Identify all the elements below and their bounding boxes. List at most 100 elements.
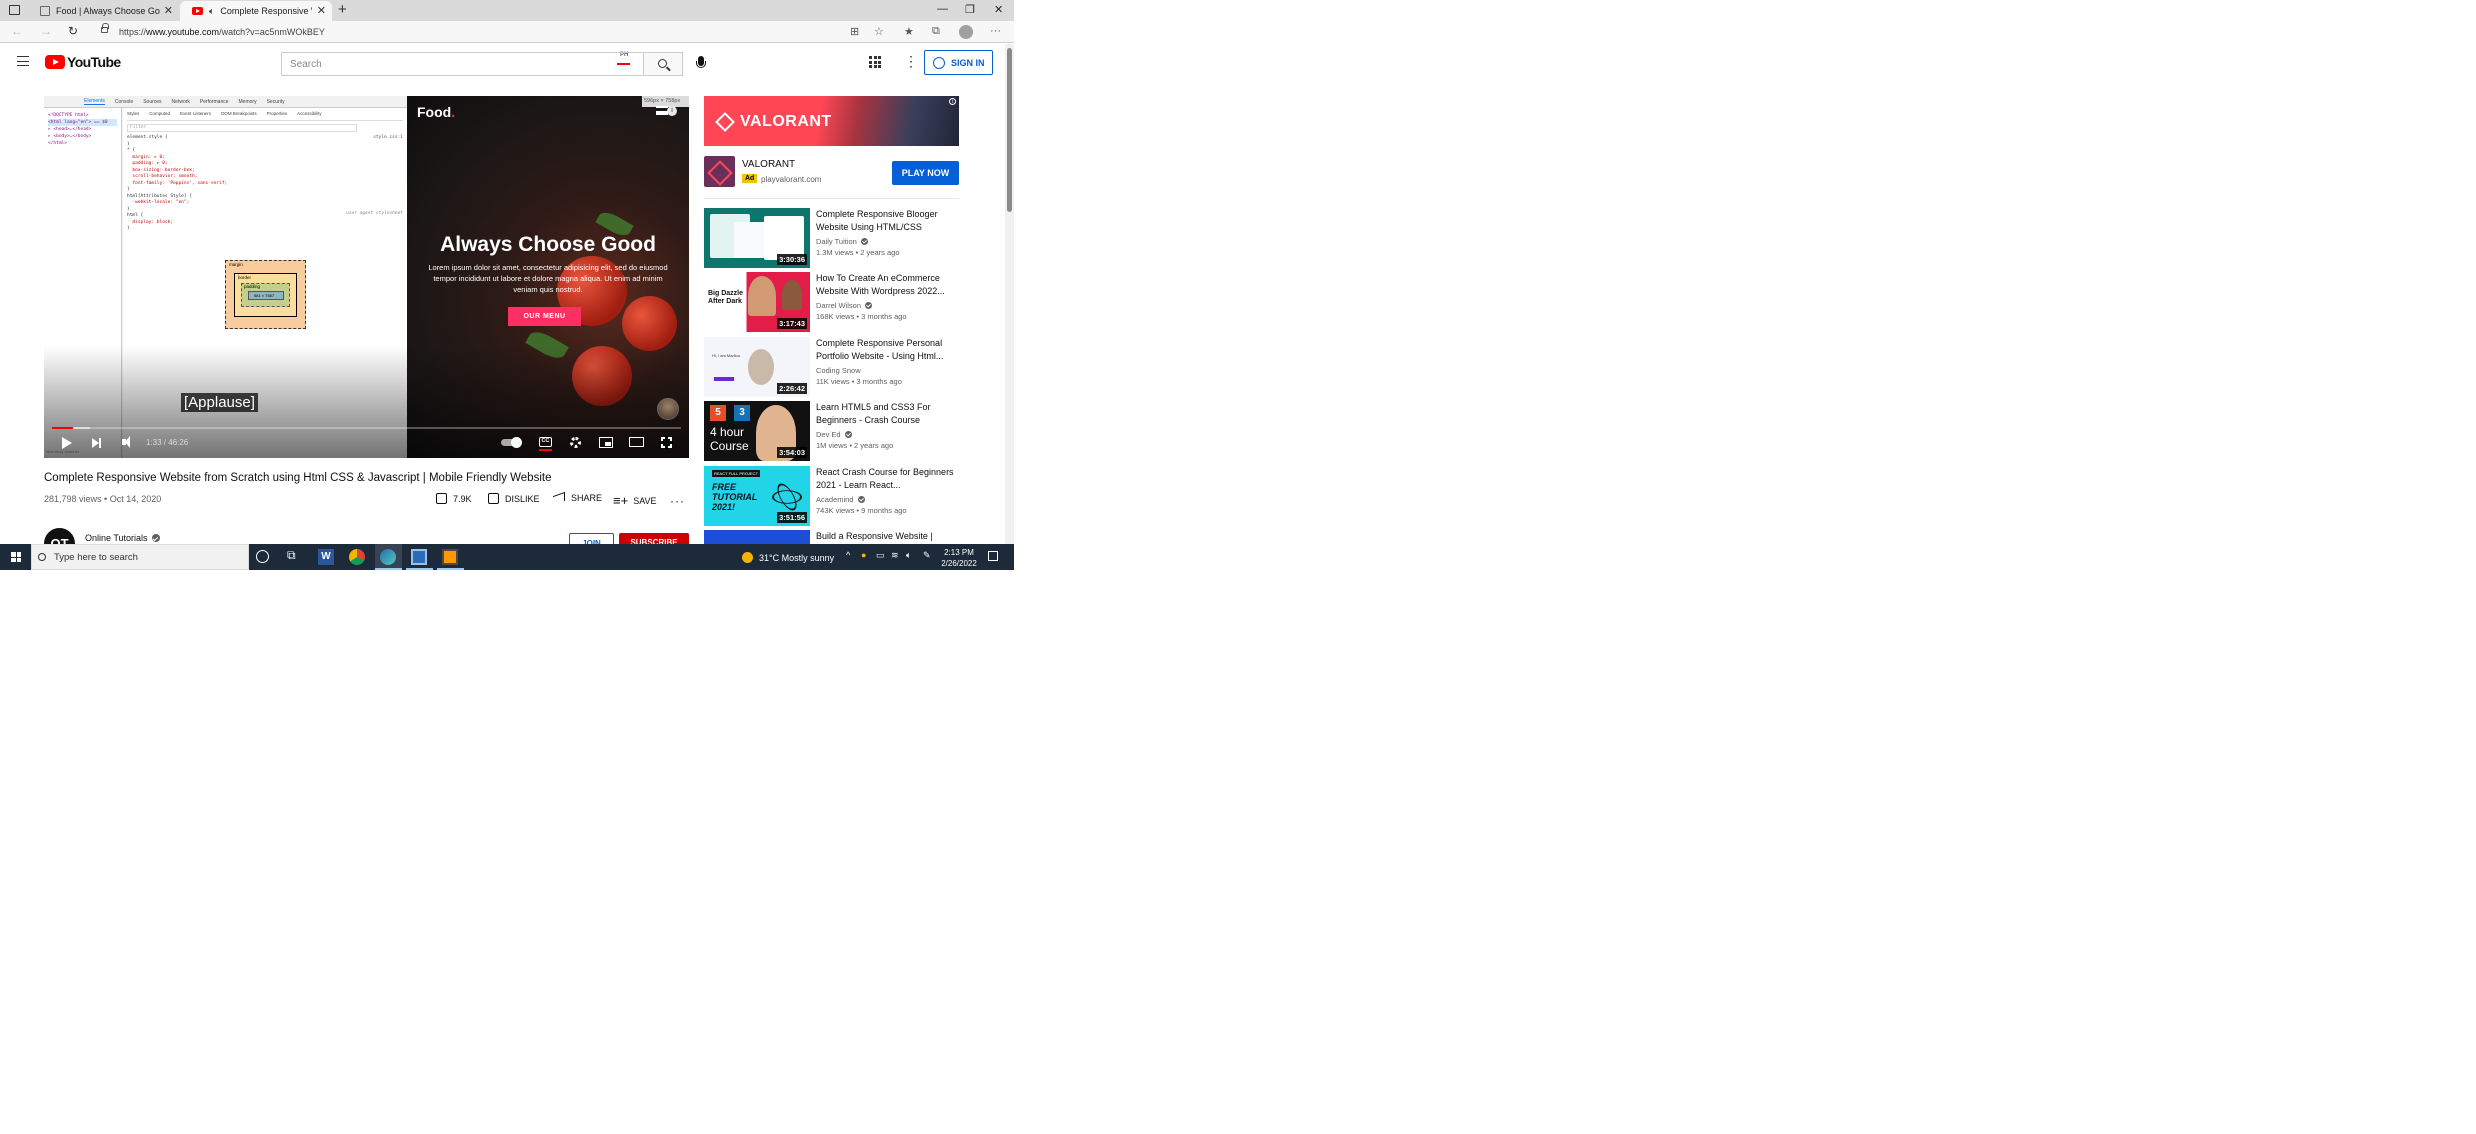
notifications-icon[interactable] (988, 551, 998, 561)
settings-dots-icon[interactable]: ⋮ (904, 54, 918, 68)
tray-app-icon[interactable]: ● (861, 550, 866, 560)
ad-app-icon[interactable] (704, 156, 735, 187)
related-video[interactable]: REACT FULL PROJECT FREE TUTORIAL 2021! 3:5… (704, 466, 959, 526)
calculator-icon[interactable] (411, 549, 427, 565)
speaker-icon[interactable]: 🔈︎ (209, 6, 214, 17)
related-title[interactable]: Learn HTML5 and CSS3 For Beginners - Cra… (816, 401, 956, 426)
tray-overflow-icon[interactable]: ^ (846, 550, 850, 560)
restore-icon[interactable]: ❐ (965, 3, 975, 16)
page-scrollbar[interactable] (1005, 44, 1014, 544)
task-view-icon[interactable]: ⧉ (287, 548, 303, 564)
forward-icon[interactable]: → (40, 24, 52, 38)
add-favorite-icon[interactable]: ☆ (874, 25, 884, 38)
tab-youtube[interactable]: 🔈︎ Complete Responsive Website ✕ (180, 1, 332, 21)
app-available-icon[interactable]: ⊞ (850, 25, 859, 38)
youtube-logo[interactable]: YouTube PH (45, 51, 631, 70)
related-title[interactable]: Complete Responsive Blooger Website Usin… (816, 208, 956, 233)
minimize-icon[interactable]: — (937, 3, 948, 15)
ad-name[interactable]: VALORANT (742, 159, 795, 170)
video-thumbnail[interactable]: 53 4 hour Course 3:54:03 (704, 401, 810, 461)
more-actions-icon[interactable]: ··· (670, 494, 685, 508)
related-channel[interactable]: Daily Tuition (816, 237, 868, 246)
related-title[interactable]: How To Create An eCommerce Website With … (816, 272, 956, 297)
related-video[interactable]: Hi, I am Marilou 2:26:42 Complete Responsi… (704, 337, 959, 397)
video-player[interactable]: Elements Console Sources Network Performance… (44, 96, 689, 458)
window-close-icon[interactable]: ✕ (994, 3, 1003, 16)
battery-icon[interactable]: ▭ (876, 550, 885, 561)
related-channel[interactable]: Academind (816, 495, 865, 504)
chrome-icon[interactable] (349, 549, 365, 565)
close-icon[interactable]: ✕ (317, 4, 326, 17)
wifi-icon[interactable]: ≋ (891, 550, 899, 561)
menu-icon[interactable] (17, 56, 29, 66)
scrollbar-thumb[interactable] (1007, 48, 1012, 212)
search-box (281, 52, 644, 76)
video-thumbnail[interactable]: Big Dazzle After Dark 3:17:43 (704, 272, 810, 332)
next-icon[interactable] (92, 438, 101, 448)
related-title[interactable]: React Crash Course for Beginners 2021 - … (816, 466, 956, 491)
profile-avatar[interactable] (959, 25, 973, 39)
sublime-text-icon[interactable] (442, 549, 458, 565)
weather-widget[interactable]: 31°C Mostly sunny (742, 552, 834, 563)
related-video[interactable]: 53 4 hour Course 3:54:03 Learn HTML5 and CS… (704, 401, 959, 461)
progress-bar[interactable] (52, 427, 681, 429)
ad-url: playvalorant.com (761, 175, 822, 184)
related-channel[interactable]: Dev Ed (816, 430, 852, 439)
related-title[interactable]: Complete Responsive Personal Portfolio W… (816, 337, 956, 362)
taskbar-search[interactable]: Type here to search (31, 544, 249, 570)
close-icon[interactable]: ✕ (164, 4, 173, 17)
devtools-tab: Memory (238, 98, 257, 105)
tab-actions-icon[interactable] (9, 5, 20, 15)
captions-icon[interactable]: CC (538, 437, 552, 451)
related-views: 11K views • 3 months ago (816, 377, 902, 386)
theater-mode-icon[interactable] (629, 437, 644, 447)
volume-tray-icon[interactable]: 🔈︎ (906, 550, 911, 561)
ad-banner[interactable]: VALORANT i (704, 96, 959, 146)
related-video[interactable]: 3:30:36 Complete Responsive Blooger Websi… (704, 208, 959, 268)
new-tab-icon[interactable]: + (338, 1, 347, 18)
settings-gear-icon[interactable] (570, 437, 581, 448)
info-icon[interactable]: i (667, 106, 677, 116)
volume-icon[interactable] (122, 436, 130, 448)
related-video[interactable]: Big Dazzle After Dark 3:17:43 How To Creat… (704, 272, 959, 332)
video-duration: 3:17:43 (777, 318, 807, 329)
video-thumbnail[interactable]: 3:30:36 (704, 208, 810, 268)
url-field[interactable]: https://www.youtube.com/watch?v=ac5nmWOk… (119, 27, 325, 37)
video-thumbnail[interactable]: Hi, I am Marilou 2:26:42 (704, 337, 810, 397)
windows-start-icon[interactable] (11, 552, 21, 562)
autoplay-toggle[interactable] (501, 437, 522, 448)
microphone-icon[interactable] (696, 56, 706, 68)
play-icon[interactable] (62, 437, 72, 449)
refresh-icon[interactable]: ↻ (68, 24, 78, 38)
back-icon[interactable]: ← (11, 24, 23, 38)
related-channel[interactable]: Darrel Wilson (816, 301, 873, 310)
lock-icon[interactable] (101, 23, 109, 33)
favorites-icon[interactable]: ★ (904, 25, 914, 38)
like-button[interactable]: 7.9K (436, 493, 472, 504)
clock[interactable]: 2:13 PM 2/26/2022 (934, 547, 984, 569)
word-icon[interactable]: W (318, 549, 334, 565)
search-input[interactable] (282, 53, 643, 75)
devtools-subtab: DOM Breakpoints (221, 111, 257, 116)
tab-food[interactable]: Food | Always Choose Good ✕ (28, 1, 179, 21)
channel-name[interactable]: Online Tutorials (85, 533, 160, 543)
dislike-button[interactable]: DISLIKE (488, 493, 540, 504)
save-button[interactable]: ≡+ SAVE (613, 493, 657, 508)
share-button[interactable]: SHARE (553, 491, 602, 505)
sign-in-button[interactable]: SIGN IN (924, 50, 993, 75)
cortana-icon[interactable] (256, 550, 269, 563)
thumbnail-text: FREE TUTORIAL 2021! (712, 482, 758, 512)
video-thumbnail[interactable]: REACT FULL PROJECT FREE TUTORIAL 2021! 3:5… (704, 466, 810, 526)
apps-grid-icon[interactable] (869, 56, 881, 68)
miniplayer-icon[interactable] (599, 437, 613, 448)
related-title[interactable]: Build a Responsive Website | (816, 530, 956, 543)
dislike-label: DISLIKE (505, 493, 540, 504)
pen-icon[interactable]: ✎ (923, 550, 931, 561)
search-button[interactable] (644, 52, 683, 76)
settings-more-icon[interactable]: ··· (990, 25, 1001, 37)
play-now-button[interactable]: PLAY NOW (892, 161, 959, 185)
fullscreen-icon[interactable] (660, 436, 673, 449)
ad-info-icon[interactable]: i (949, 98, 956, 105)
related-channel[interactable]: Coding Snow (816, 366, 861, 375)
collections-icon[interactable]: ⧉ (932, 25, 940, 38)
